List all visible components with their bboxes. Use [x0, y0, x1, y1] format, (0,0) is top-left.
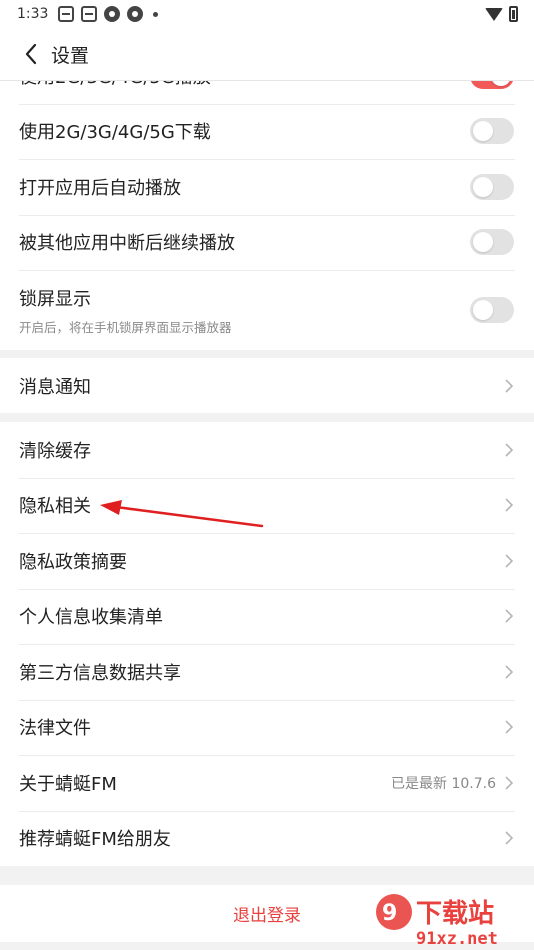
- status-bar: 1:33: [0, 0, 534, 28]
- settings-group-misc: 清除缓存 隐私相关 隐私政策摘要 个人信息收集清单 第三方信息数据共享 法律文件…: [0, 422, 534, 866]
- setting-label: 清除缓存: [19, 440, 91, 462]
- setting-row-clear-cache[interactable]: 清除缓存: [0, 422, 534, 478]
- setting-row-notifications[interactable]: 消息通知: [0, 358, 534, 413]
- setting-row-lockscreen[interactable]: 锁屏显示 开启后，将在手机锁屏界面显示播放器: [0, 270, 534, 350]
- setting-label: 推荐蜻蜓FM给朋友: [19, 829, 171, 851]
- chevron-right-icon: [505, 720, 514, 734]
- setting-label-block: 锁屏显示 开启后，将在手机锁屏界面显示播放器: [19, 285, 470, 336]
- setting-label: 关于蜻蜓FM: [19, 773, 117, 795]
- settings-group-playback: 使用2G/3G/4G/5G播放 使用2G/3G/4G/5G下载 打开应用后自动播…: [0, 48, 534, 350]
- chevron-right-icon: [505, 498, 514, 512]
- title-bar: 设置: [0, 28, 534, 80]
- keyboard-icon: [81, 6, 98, 22]
- setting-label: 被其他应用中断后继续播放: [19, 233, 235, 255]
- setting-label: 消息通知: [19, 376, 91, 398]
- chevron-right-icon: [505, 776, 514, 790]
- chevron-left-icon: [25, 43, 37, 65]
- battery-icon: [509, 6, 518, 22]
- chevron-right-icon: [505, 831, 514, 845]
- chevron-right-icon: [505, 554, 514, 568]
- setting-row-resume[interactable]: 被其他应用中断后继续播放: [0, 214, 534, 271]
- svg-text:91xz.net: 91xz.net: [416, 929, 498, 948]
- setting-row-mobile-download[interactable]: 使用2G/3G/4G/5G下载: [0, 103, 534, 160]
- aperture-icon: [127, 6, 144, 22]
- toggle-switch[interactable]: [470, 118, 514, 145]
- setting-label: 第三方信息数据共享: [19, 662, 181, 684]
- watermark-logo-icon: 9 下载站 91xz.net: [376, 894, 498, 948]
- setting-label: 打开应用后自动播放: [19, 177, 181, 199]
- toggle-switch[interactable]: [470, 229, 514, 256]
- toggle-knob: [473, 121, 493, 142]
- chevron-right-icon: [505, 609, 514, 623]
- setting-row-legal[interactable]: 法律文件: [0, 699, 534, 756]
- page-title: 设置: [51, 44, 90, 67]
- setting-description: 开启后，将在手机锁屏界面显示播放器: [19, 319, 232, 335]
- chevron-right-icon: [505, 378, 514, 393]
- setting-label: 隐私政策摘要: [19, 551, 127, 573]
- setting-row-third-party[interactable]: 第三方信息数据共享: [0, 644, 534, 700]
- toggle-knob: [473, 232, 493, 253]
- status-time: 1:33: [17, 6, 49, 22]
- back-button[interactable]: [13, 34, 49, 74]
- toggle-switch[interactable]: [470, 297, 514, 323]
- setting-label: 个人信息收集清单: [19, 607, 163, 629]
- setting-row-recommend[interactable]: 推荐蜻蜓FM给朋友: [0, 810, 534, 867]
- setting-row-personal-info[interactable]: 个人信息收集清单: [0, 588, 534, 645]
- keyboard-icon: [58, 6, 75, 22]
- setting-label: 使用2G/3G/4G/5G下载: [19, 122, 211, 144]
- aperture-icon: [104, 6, 121, 22]
- annotation-arrow-icon: [100, 500, 264, 528]
- setting-label: 锁屏显示: [19, 288, 91, 310]
- toggle-switch[interactable]: [470, 173, 514, 200]
- toggle-knob: [473, 176, 493, 197]
- chevron-right-icon: [505, 665, 514, 679]
- setting-label: 法律文件: [19, 718, 91, 740]
- setting-row-autoplay[interactable]: 打开应用后自动播放: [0, 159, 534, 215]
- svg-text:下载站: 下载站: [416, 899, 494, 929]
- version-text: 已是最新 10.7.6: [391, 775, 496, 792]
- dot-icon: [153, 11, 159, 17]
- chevron-right-icon: [505, 443, 514, 457]
- setting-row-privacy-summary[interactable]: 隐私政策摘要: [0, 533, 534, 589]
- toggle-knob: [473, 300, 493, 320]
- wifi-icon: [485, 7, 503, 21]
- svg-text:9: 9: [382, 901, 397, 926]
- setting-row-about[interactable]: 关于蜻蜓FM 已是最新 10.7.6: [0, 755, 534, 811]
- settings-group-notifications: 消息通知: [0, 358, 534, 413]
